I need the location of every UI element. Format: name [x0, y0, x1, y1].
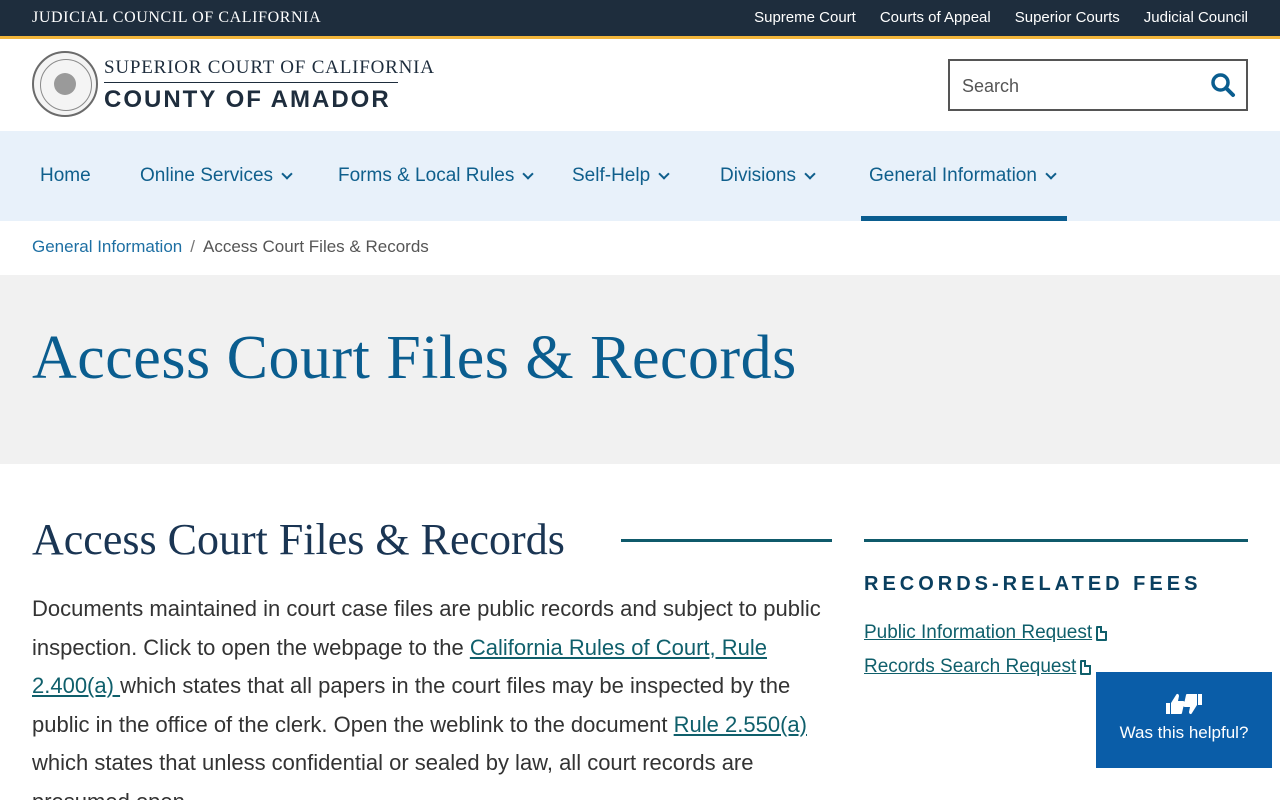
- logo-county-name[interactable]: COUNTY OF AMADOR: [104, 86, 391, 114]
- page-title: Access Court Files & Records: [32, 324, 797, 392]
- breadcrumb: General Information / Access Court Files…: [32, 237, 429, 257]
- body-paragraph: Documents maintained in court case files…: [32, 590, 832, 800]
- sidebar-links: Public Information Request Records Searc…: [864, 616, 1108, 684]
- breadcrumb-current: Access Court Files & Records: [202, 237, 429, 256]
- search-icon[interactable]: [1210, 72, 1236, 98]
- records-search-request-link[interactable]: Records Search Request: [864, 650, 1107, 684]
- nav-item-self-help[interactable]: Self-Help: [572, 131, 670, 221]
- rule-2550-link[interactable]: Rule 2.550(a): [674, 712, 807, 737]
- chevron-down-icon: [804, 167, 816, 180]
- breadcrumb-separator: /: [190, 237, 195, 256]
- main-nav: Home Online Services Forms & Local Rules…: [0, 131, 1280, 221]
- search-input[interactable]: [962, 73, 1202, 99]
- breadcrumb-parent-link[interactable]: General Information: [32, 237, 182, 257]
- body-text-3: which states that unless confidential or…: [32, 750, 754, 800]
- helpful-label: Was this helpful?: [1119, 723, 1249, 742]
- toplink-judicial-council[interactable]: Judicial Council: [1144, 9, 1248, 26]
- chevron-down-icon: [658, 167, 670, 180]
- nav-item-label: Self-Help: [572, 165, 651, 186]
- thumbs-up-down-icon: [1166, 693, 1202, 715]
- toplink-superior-courts[interactable]: Superior Courts: [1015, 9, 1120, 26]
- sidebar-divider: [864, 539, 1248, 542]
- chevron-down-icon: [1045, 167, 1057, 180]
- nav-item-divisions[interactable]: Divisions: [720, 131, 816, 221]
- nav-item-label: Home: [40, 165, 91, 186]
- nav-item-home[interactable]: Home: [40, 131, 91, 221]
- section-heading: Access Court Files & Records: [32, 515, 565, 564]
- logo-court-name[interactable]: SUPERIOR COURT OF CALIFORNIA: [104, 57, 435, 79]
- nav-item-label: General Information: [869, 165, 1037, 186]
- page-hero: Access Court Files & Records: [0, 275, 1280, 464]
- nav-item-label: Forms & Local Rules: [338, 165, 515, 186]
- sidebar-link-label: Records Search Request: [864, 656, 1077, 677]
- sidebar-title: RECORDS-RELATED FEES: [864, 573, 1202, 595]
- court-seal-icon[interactable]: [32, 51, 98, 117]
- chevron-down-icon: [522, 167, 535, 180]
- file-icon: [1096, 625, 1108, 641]
- nav-item-label: Divisions: [720, 165, 797, 186]
- nav-active-indicator: [861, 216, 1067, 221]
- public-information-request-link[interactable]: Public Information Request: [864, 616, 1108, 650]
- logo-divider: [104, 82, 398, 83]
- heading-divider: [621, 539, 832, 542]
- top-utility-bar: JUDICIAL COUNCIL OF CALIFORNIA Supreme C…: [0, 0, 1280, 36]
- sidebar-link-label: Public Information Request: [864, 622, 1093, 643]
- file-icon: [1080, 659, 1092, 675]
- chevron-down-icon: [281, 167, 293, 180]
- site-header: SUPERIOR COURT OF CALIFORNIA COUNTY OF A…: [0, 39, 1280, 131]
- nav-item-label: Online Services: [140, 165, 274, 186]
- judicial-council-title[interactable]: JUDICIAL COUNCIL OF CALIFORNIA: [32, 9, 321, 27]
- top-links: Supreme Court Courts of Appeal Superior …: [754, 9, 1248, 26]
- search-box: [948, 59, 1248, 111]
- nav-item-forms-local-rules[interactable]: Forms & Local Rules: [338, 131, 535, 221]
- nav-item-general-information[interactable]: General Information: [869, 131, 1057, 221]
- toplink-supreme-court[interactable]: Supreme Court: [754, 9, 856, 26]
- nav-item-online-services[interactable]: Online Services: [140, 131, 293, 221]
- was-this-helpful-button[interactable]: Was this helpful?: [1096, 672, 1272, 768]
- toplink-courts-of-appeal[interactable]: Courts of Appeal: [880, 9, 991, 26]
